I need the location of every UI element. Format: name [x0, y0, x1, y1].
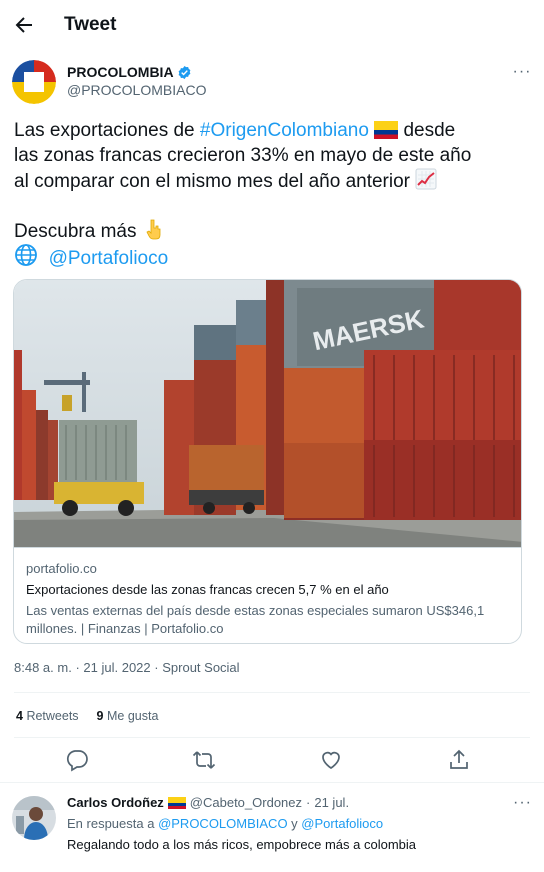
reply-date[interactable]: 21 jul. — [314, 795, 349, 810]
tweet-source[interactable]: Sprout Social — [162, 660, 239, 675]
reply-tweet[interactable]: Carlos Ordoñez @Cabeto_Ordonez · 21 jul.… — [12, 794, 532, 872]
verified-badge-icon — [178, 65, 190, 79]
pointing-down-icon — [146, 219, 161, 240]
divider — [14, 737, 530, 738]
reply-author-handle[interactable]: @Cabeto_Ordonez — [190, 795, 302, 810]
chart-increasing-icon — [415, 168, 437, 190]
hashtag-link[interactable]: #OrigenColombiano — [200, 120, 369, 141]
card-domain: portafolio.co — [26, 561, 97, 576]
tweet-line: @Portafolioco — [14, 243, 524, 269]
tweet-line: las zonas francas crecieron 33% en mayo … — [14, 145, 472, 166]
author-avatar[interactable] — [12, 60, 56, 104]
tweet-line: al comparar con el mismo mes del año ant… — [14, 168, 524, 193]
reply-icon[interactable] — [65, 748, 89, 772]
link-preview-card[interactable]: MAERSK portafolio.co Exportaciones desde… — [13, 279, 522, 644]
retweet-icon[interactable] — [192, 748, 216, 772]
divider — [0, 782, 544, 783]
likes-stat[interactable]: 9 Me gusta — [97, 709, 159, 723]
container-port-photo: MAERSK — [14, 280, 521, 547]
reply-author-name[interactable]: Carlos Ordoñez — [67, 795, 164, 810]
divider — [14, 692, 530, 693]
share-icon[interactable] — [447, 748, 471, 772]
mention-link[interactable]: @PROCOLOMBIACO — [158, 816, 288, 831]
tweet-line: Las exportaciones de #OrigenColombiano d… — [14, 120, 456, 141]
globe-icon — [15, 244, 37, 266]
page-title: Tweet — [64, 14, 117, 35]
replying-to: En respuesta a @PROCOLOMBIACO y @Portafo… — [67, 816, 384, 831]
card-description: Las ventas externas del país desde estas… — [26, 603, 485, 636]
more-options-icon[interactable]: ··· — [512, 62, 532, 82]
tweet-timestamp: 8:48 a. m. · 21 jul. 2022 · Sprout Socia… — [14, 660, 240, 675]
reply-header: Carlos Ordoñez @Cabeto_Ordonez · 21 jul. — [67, 795, 350, 810]
author-name-text[interactable]: PROCOLOMBIA — [67, 64, 174, 80]
reply-avatar[interactable] — [12, 796, 56, 840]
author-name[interactable]: PROCOLOMBIA — [67, 64, 192, 80]
colombia-flag-icon — [374, 121, 399, 139]
tweet-date[interactable]: 21 jul. 2022 — [83, 660, 150, 675]
tweet-actions — [0, 748, 544, 774]
mention-link[interactable]: @Portafolioco — [49, 248, 169, 269]
tweet-body: Las exportaciones de #OrigenColombiano d… — [14, 118, 524, 269]
reply-text: Regalando todo a los más ricos, empobrec… — [67, 837, 417, 852]
card-title: Exportaciones desde las zonas francas cr… — [26, 582, 389, 597]
tweet-time[interactable]: 8:48 a. m. — [14, 660, 72, 675]
arrow-left-icon[interactable] — [12, 13, 36, 37]
mention-link[interactable]: @Portafolioco — [301, 816, 383, 831]
tweet-line: Descubra más — [14, 218, 524, 243]
retweets-stat[interactable]: 4 Retweets — [16, 709, 79, 723]
card-body: portafolio.co Exportaciones desde las zo… — [14, 547, 521, 643]
like-icon[interactable] — [319, 748, 343, 772]
more-options-icon[interactable]: ··· — [513, 794, 532, 812]
top-bar: Tweet — [0, 0, 544, 50]
colombia-flag-icon — [167, 796, 186, 809]
tweet-author: PROCOLOMBIA @PROCOLOMBIACO ··· — [12, 58, 532, 106]
tweet-stats: 4 Retweets 9 Me gusta — [16, 709, 158, 723]
author-handle[interactable]: @PROCOLOMBIACO — [67, 82, 206, 98]
